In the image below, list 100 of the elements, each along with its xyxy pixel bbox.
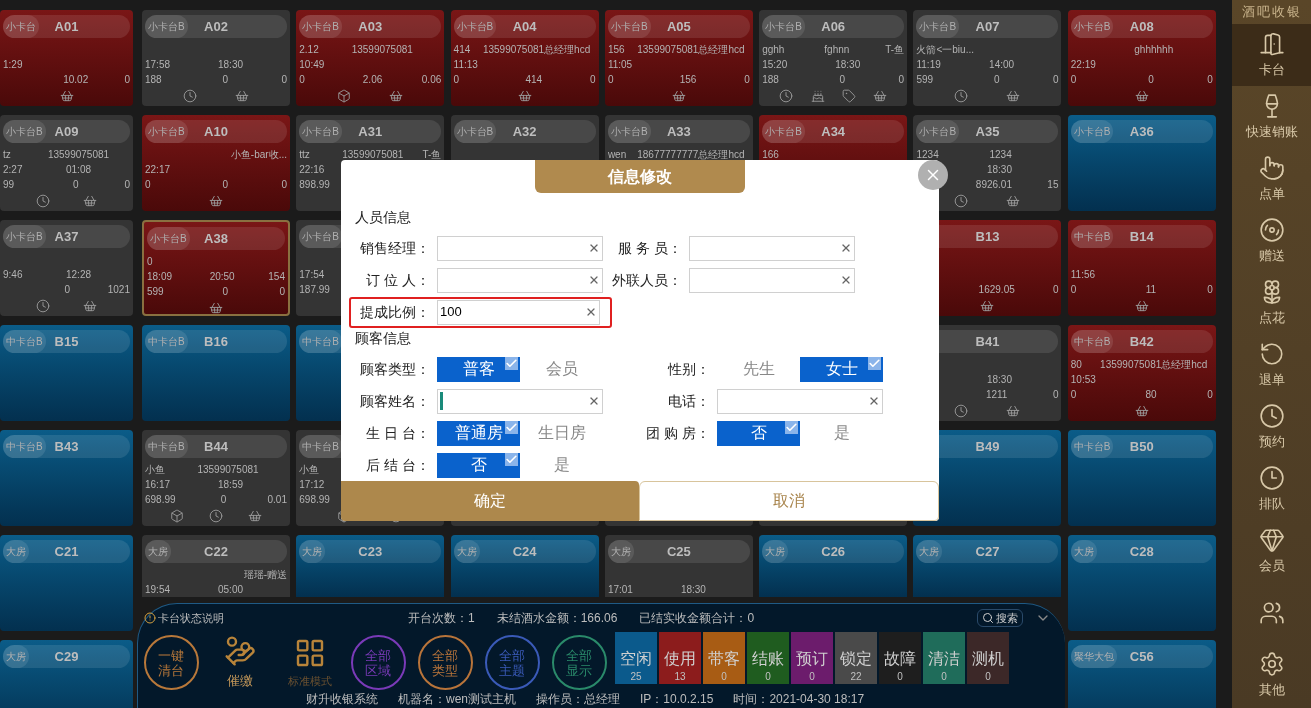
status-tile[interactable]: 结账 0 (747, 632, 789, 684)
text-field[interactable]: 100 (437, 299, 600, 325)
table-card[interactable]: 小卡台B A04 414 13599075081总经理hcd 11:13 0 414 0 (450, 10, 599, 106)
table-card[interactable]: 小卡台B A37 9:46 12:28 0 1021 (0, 220, 133, 316)
card-text: 17:12 (299, 479, 325, 490)
field-label: 顾客姓名： (359, 391, 431, 411)
table-card[interactable]: 小卡台B A10 小鱼-bar收... 22:17 0 0 0 (142, 115, 290, 211)
clear-icon[interactable] (840, 242, 852, 254)
table-card[interactable]: 中卡台B B43 (0, 430, 133, 526)
card-text: 18:30 (835, 59, 861, 70)
table-card[interactable]: 小卡台B A05 156 13599075081总经理hcd 11:05 0 156 0 (604, 10, 753, 106)
text-field[interactable] (689, 235, 855, 261)
table-type-badge: 大房 (299, 540, 326, 563)
filter-button[interactable]: 全部显示 (552, 635, 607, 691)
table-card[interactable]: 小卡台 A01 1:29 10.02 0 (0, 10, 133, 106)
clear-icon[interactable] (588, 242, 600, 254)
users-icon (1258, 600, 1285, 626)
text-field[interactable] (689, 267, 855, 293)
choice-option[interactable]: 否 (717, 420, 800, 446)
choice-option[interactable]: 先生 (717, 356, 800, 382)
filter-button[interactable]: 一键清台 (144, 635, 199, 691)
clear-icon[interactable] (588, 395, 600, 407)
choice-option[interactable]: 会员 (520, 356, 603, 382)
status-tile[interactable]: 测机 0 (967, 632, 1009, 684)
status-tile[interactable]: 空闲 25 (615, 632, 657, 684)
table-name: C27 (975, 542, 1000, 561)
clear-icon[interactable] (868, 395, 880, 407)
cancel-button[interactable]: 取消 (639, 481, 939, 521)
filter-button[interactable]: 全部主题 (485, 635, 540, 691)
card-text: 0 (1207, 284, 1213, 295)
table-card[interactable]: 大房 C24 (450, 535, 599, 597)
choice-option[interactable]: 是 (520, 452, 603, 478)
legend-link[interactable]: 卡台状态说明 (158, 609, 224, 627)
filter-button[interactable]: 全部类型 (418, 635, 473, 691)
card-text: 0 (281, 179, 287, 190)
text-field[interactable] (437, 235, 603, 261)
table-type-badge: 小卡台B (299, 120, 342, 143)
search-button[interactable]: 搜索 (977, 609, 1023, 627)
text-field[interactable] (717, 388, 883, 414)
sidebar-item[interactable]: 退单 (1232, 334, 1311, 396)
choice-option[interactable]: 生日房 (520, 420, 603, 446)
table-card[interactable]: 大房 C21 (0, 535, 133, 631)
table-card[interactable]: 小卡台B A07 火箭<一biu... 11:19 14:00 599 0 0 (913, 10, 1062, 106)
table-card[interactable]: 大房 C25 17:01 18:30 (604, 535, 753, 597)
card-text: ttz (299, 149, 310, 160)
choice-option[interactable]: 否 (437, 452, 520, 478)
sidebar-item[interactable]: 点单 (1232, 148, 1311, 210)
table-card[interactable]: 大房 C27 (913, 535, 1062, 597)
table-card[interactable]: 小卡台B A09 tz 13599075081 2:27 01:08 99 0 0 (0, 115, 133, 211)
choice-option[interactable]: 普通房 (437, 420, 520, 446)
table-card[interactable]: 中卡台B B15 (0, 325, 133, 421)
status-tile[interactable]: 锁定 22 (835, 632, 877, 684)
status-tile[interactable]: 预订 0 (791, 632, 833, 684)
table-card[interactable]: 中卡台B B44 小鱼 13599075081 16:17 18:59 698.99 0 0.01 (142, 430, 290, 526)
table-card[interactable]: 小卡台B A08 ghhhhhh 22:19 0 0 0 (1067, 10, 1216, 106)
sidebar-item[interactable]: 预约 (1232, 396, 1311, 458)
tool-button[interactable]: 催缴 (211, 635, 269, 691)
confirm-button[interactable]: 确定 (341, 481, 639, 521)
text-field[interactable] (437, 388, 603, 414)
table-card[interactable]: 小卡台B A06 gghh fghnn T-鱼 15:20 18:30 188 0 0 (759, 10, 908, 106)
status-tile[interactable]: 清洁 0 (923, 632, 965, 684)
card-text: 0 (744, 74, 750, 85)
card-text: 1234 (989, 149, 1012, 160)
table-card[interactable]: 中卡台B B42 80 13599075081总经理hcd 10:53 0 80 0 (1067, 325, 1216, 421)
table-card[interactable]: 小卡台B A38 0 18:09 20:50 154 599 0 0 (142, 220, 290, 316)
close-button[interactable] (918, 160, 948, 190)
table-card[interactable]: 大房 C23 (296, 535, 445, 597)
clear-icon[interactable] (840, 274, 852, 286)
sidebar-item[interactable]: 其他 (1232, 644, 1311, 706)
sidebar-item[interactable]: 快速销账 (1232, 86, 1311, 148)
status-tile[interactable]: 故障 0 (879, 632, 921, 684)
choice-option[interactable]: 是 (800, 420, 883, 446)
choice-option[interactable]: 女士 (800, 356, 883, 382)
table-card[interactable]: 大房 C26 (759, 535, 908, 597)
card-text: 22:16 (299, 164, 325, 175)
card-text: 0 (1207, 389, 1213, 400)
table-card[interactable]: 中卡台B B16 (142, 325, 290, 421)
sidebar-item[interactable]: 卡台 (1232, 24, 1311, 86)
sidebar-item[interactable]: 会员 (1232, 520, 1311, 582)
clear-icon[interactable] (588, 274, 600, 286)
table-card[interactable]: 大房 C22 瑶瑶-赠送 19:54 05:00 (142, 535, 290, 597)
status-tile[interactable]: 使用 13 (659, 632, 701, 684)
basket-icon (248, 509, 262, 523)
table-card[interactable]: 小卡台B A36 (1067, 115, 1216, 211)
table-card[interactable]: 小卡台B A02 17:58 18:30 188 0 0 (142, 10, 290, 106)
card-text: 20:50 (209, 271, 235, 282)
table-name: C25 (666, 542, 691, 561)
sidebar-item[interactable]: 排队 (1232, 458, 1311, 520)
status-tile[interactable]: 带客 0 (703, 632, 745, 684)
sidebar-item[interactable]: 赠送 (1232, 210, 1311, 272)
sidebar-item[interactable]: 点花 (1232, 272, 1311, 334)
table-card[interactable]: 中卡台B B50 (1067, 430, 1216, 526)
table-card[interactable]: 大房 C29 (0, 640, 133, 708)
text-field[interactable] (437, 267, 603, 293)
table-card[interactable]: 聚华大包 C56 (1067, 640, 1216, 708)
table-card[interactable]: 中卡台B B14 11:56 0 11 0 (1067, 220, 1216, 316)
table-card[interactable]: 大房 C28 (1067, 535, 1216, 631)
clear-icon[interactable] (585, 306, 597, 318)
choice-option[interactable]: 普客 (437, 356, 520, 382)
table-card[interactable]: 小卡台B A03 2.12 13599075081 10:49 0 2.06 0.06 (296, 10, 445, 106)
